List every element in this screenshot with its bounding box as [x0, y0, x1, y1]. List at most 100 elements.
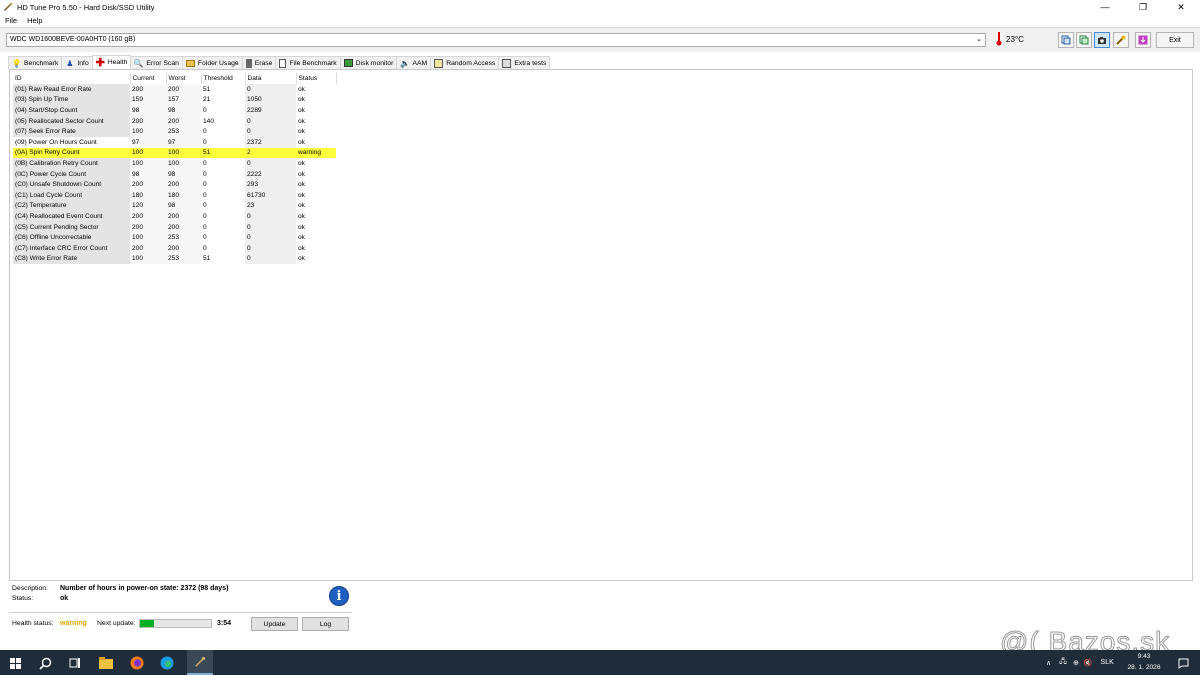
options-button[interactable]	[1113, 32, 1129, 48]
tab-aam[interactable]: 🔈 AAM	[396, 56, 432, 69]
cell-status: ok	[298, 117, 305, 125]
tab-folder-usage[interactable]: Folder Usage	[181, 56, 243, 69]
divider	[9, 612, 352, 613]
table-row[interactable]: (C5) Current Pending Sector 200 200 0 0 ok	[13, 221, 336, 233]
table-row[interactable]: (07) Seek Error Rate 100 253 0 0 ok	[13, 126, 336, 137]
table-row[interactable]: (0A) Spin Retry Count 100 100 51 2 warning	[13, 147, 336, 159]
cell-worst: 98	[166, 105, 201, 116]
minimize-button[interactable]: —	[1086, 0, 1124, 14]
status-label: Status:	[12, 595, 34, 602]
cell-current: 100	[130, 232, 166, 243]
cell-worst: 100	[166, 147, 201, 159]
cell-threshold: 0	[203, 191, 207, 199]
cell-current: 97	[130, 136, 166, 148]
taskbar-clock[interactable]: 9:43 28. 1. 2026	[1124, 651, 1164, 673]
exit-button[interactable]: Exit	[1156, 32, 1194, 48]
save-button[interactable]	[1135, 32, 1151, 48]
column-header-current[interactable]: Current	[130, 73, 167, 84]
status-value: ok	[60, 595, 69, 602]
tab-info[interactable]: ♟ Info	[61, 56, 93, 69]
download-icon	[1138, 35, 1148, 45]
title-bar: HD Tune Pro 5.50 - Hard Disk/SSD Utility…	[0, 0, 1200, 14]
camera-icon	[1098, 37, 1106, 44]
task-view-icon[interactable]	[66, 654, 84, 672]
tab-extra-tests[interactable]: Extra tests	[498, 56, 551, 69]
cell-data: 0	[245, 158, 296, 169]
tab-random-access[interactable]: Random Access	[430, 56, 500, 69]
edge-icon[interactable]	[158, 654, 176, 672]
menu-file[interactable]: File	[5, 16, 17, 25]
log-button[interactable]: Log	[302, 617, 349, 631]
table-row[interactable]: (0B) Calibration Retry Count 100 100 0 0 ok	[13, 158, 336, 169]
language-indicator[interactable]: SLK	[1101, 659, 1114, 666]
close-button[interactable]: ✕	[1162, 0, 1200, 14]
copy-text-button[interactable]	[1058, 32, 1074, 48]
column-header-id[interactable]: ID	[13, 73, 131, 84]
column-header-status[interactable]: Status	[296, 73, 337, 84]
cell-worst: 200	[166, 211, 201, 222]
cell-attribute-id: (C8) Write Error Rate	[13, 253, 130, 265]
globe-icon[interactable]: ⊕	[1073, 659, 1079, 667]
chevron-down-icon[interactable]: ⌄	[974, 35, 984, 45]
cell-threshold: 51	[203, 85, 211, 93]
taskbar-hdtune-button[interactable]	[187, 650, 213, 675]
column-header-threshold[interactable]: Threshold	[201, 73, 246, 84]
table-row[interactable]: (C0) Unsafe Shutdown Count 200 200 0 293 ok	[13, 179, 336, 190]
next-update-timer: 3:54	[217, 620, 232, 627]
tab-file-benchmark[interactable]: File Benchmark	[275, 56, 341, 69]
description-label: Description:	[12, 585, 48, 592]
cell-current: 180	[130, 189, 166, 201]
column-header-worst[interactable]: Worst	[166, 73, 202, 84]
table-row[interactable]: (C8) Write Error Rate 100 253 51 0 ok	[13, 253, 336, 265]
table-row[interactable]: (C2) Temperature 120 98 0 23 ok	[13, 200, 336, 212]
windows-start-icon[interactable]	[6, 654, 24, 672]
menu-help[interactable]: Help	[27, 16, 42, 25]
update-button[interactable]: Update	[251, 617, 298, 631]
screenshot-button[interactable]	[1094, 32, 1110, 48]
table-row[interactable]: (C4) Reallocated Event Count 200 200 0 0 ok	[13, 211, 336, 222]
cell-threshold: 0	[203, 138, 207, 146]
table-row[interactable]: (09) Power On Hours Count 97 97 0 2372 ok	[13, 136, 336, 148]
tab-disk-monitor[interactable]: Disk monitor	[339, 56, 398, 69]
table-row[interactable]: (04) Start/Stop Count 98 98 0 2289 ok	[13, 105, 336, 116]
tab-error-scan[interactable]: 🔍 Error Scan	[130, 56, 183, 69]
cell-attribute-id: (C0) Unsafe Shutdown Count	[13, 179, 130, 190]
cell-threshold: 0	[203, 106, 207, 114]
search-icon[interactable]	[36, 654, 54, 672]
cell-status: ok	[298, 181, 305, 189]
cell-current: 100	[130, 253, 166, 265]
drive-select[interactable]: WDC WD1600BEVE-00A0HT0 (160 gB) ⌄	[6, 33, 986, 47]
file-explorer-icon[interactable]	[97, 654, 115, 672]
magnifier-icon: 🔍	[133, 58, 144, 68]
cell-data: 61730	[245, 189, 296, 201]
tab-health[interactable]: ✚ Health	[91, 55, 132, 69]
chevron-up-icon[interactable]: ∧	[1046, 659, 1051, 667]
volume-muted-icon[interactable]: 🔇	[1084, 659, 1093, 667]
copy-all-button[interactable]	[1076, 32, 1092, 48]
column-header-data[interactable]: Data	[245, 73, 297, 84]
table-row[interactable]: (0C) Power Cycle Count 98 98 0 2222 ok	[13, 168, 336, 180]
cell-worst: 100	[166, 158, 201, 169]
table-row[interactable]: (C6) Offline Uncorrectable 100 253 0 0 ok	[13, 232, 336, 243]
cell-status: ok	[298, 223, 305, 231]
table-row[interactable]: (03) Spin Up Time 159 157 21 1050 ok	[13, 94, 336, 106]
next-update-progress	[139, 619, 212, 628]
table-row[interactable]: (C7) Interface CRC Error Count 200 200 0 0 ok	[13, 242, 336, 254]
network-icon[interactable]: 🖧	[1059, 657, 1067, 668]
table-row[interactable]: (05) Reallocated Sector Count 200 200 140 0 o…	[13, 115, 336, 127]
cell-data: 23	[245, 200, 296, 212]
tab-benchmark[interactable]: 💡 Benchmark	[8, 56, 63, 69]
notification-icon[interactable]	[1174, 654, 1192, 672]
tab-erase[interactable]: Erase	[241, 56, 277, 69]
firefox-icon[interactable]	[128, 654, 146, 672]
cell-worst: 253	[166, 253, 201, 265]
cell-current: 98	[130, 105, 166, 116]
info-icon[interactable]: i	[329, 586, 349, 606]
cell-data: 2372	[245, 136, 296, 148]
restore-button[interactable]: ❐	[1124, 0, 1162, 14]
cell-status: ok	[298, 255, 305, 263]
table-row[interactable]: (01) Raw Read Error Rate 200 200 51 0 ok	[13, 84, 336, 95]
table-row[interactable]: (C1) Load Cycle Count 180 180 0 61730 ok	[13, 189, 336, 201]
thermometer-icon	[996, 32, 1002, 46]
table-header: ID Current Worst Threshold Data Status	[13, 73, 337, 84]
